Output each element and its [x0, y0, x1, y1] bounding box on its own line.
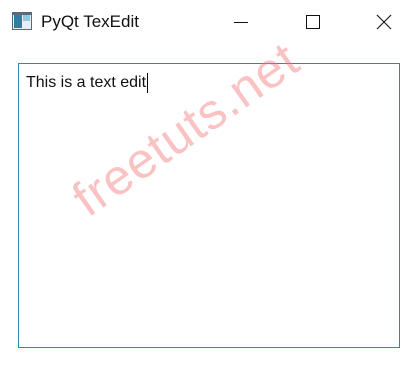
app-window: PyQt TexEdit This is a text edit freetut…	[0, 0, 419, 367]
text-edit-field[interactable]: This is a text edit	[18, 63, 400, 348]
app-window-icon	[12, 12, 32, 30]
text-edit-value: This is a text edit	[26, 74, 147, 91]
window-title: PyQt TexEdit	[41, 12, 139, 31]
title-bar[interactable]: PyQt TexEdit	[0, 0, 419, 44]
close-icon	[376, 14, 392, 30]
maximize-icon	[305, 14, 321, 30]
close-button[interactable]	[361, 0, 407, 44]
text-caret	[147, 73, 149, 93]
text-edit-content: This is a text edit	[26, 73, 149, 93]
minimize-button[interactable]	[218, 0, 264, 44]
minimize-icon	[233, 14, 249, 30]
maximize-button[interactable]	[290, 0, 336, 44]
